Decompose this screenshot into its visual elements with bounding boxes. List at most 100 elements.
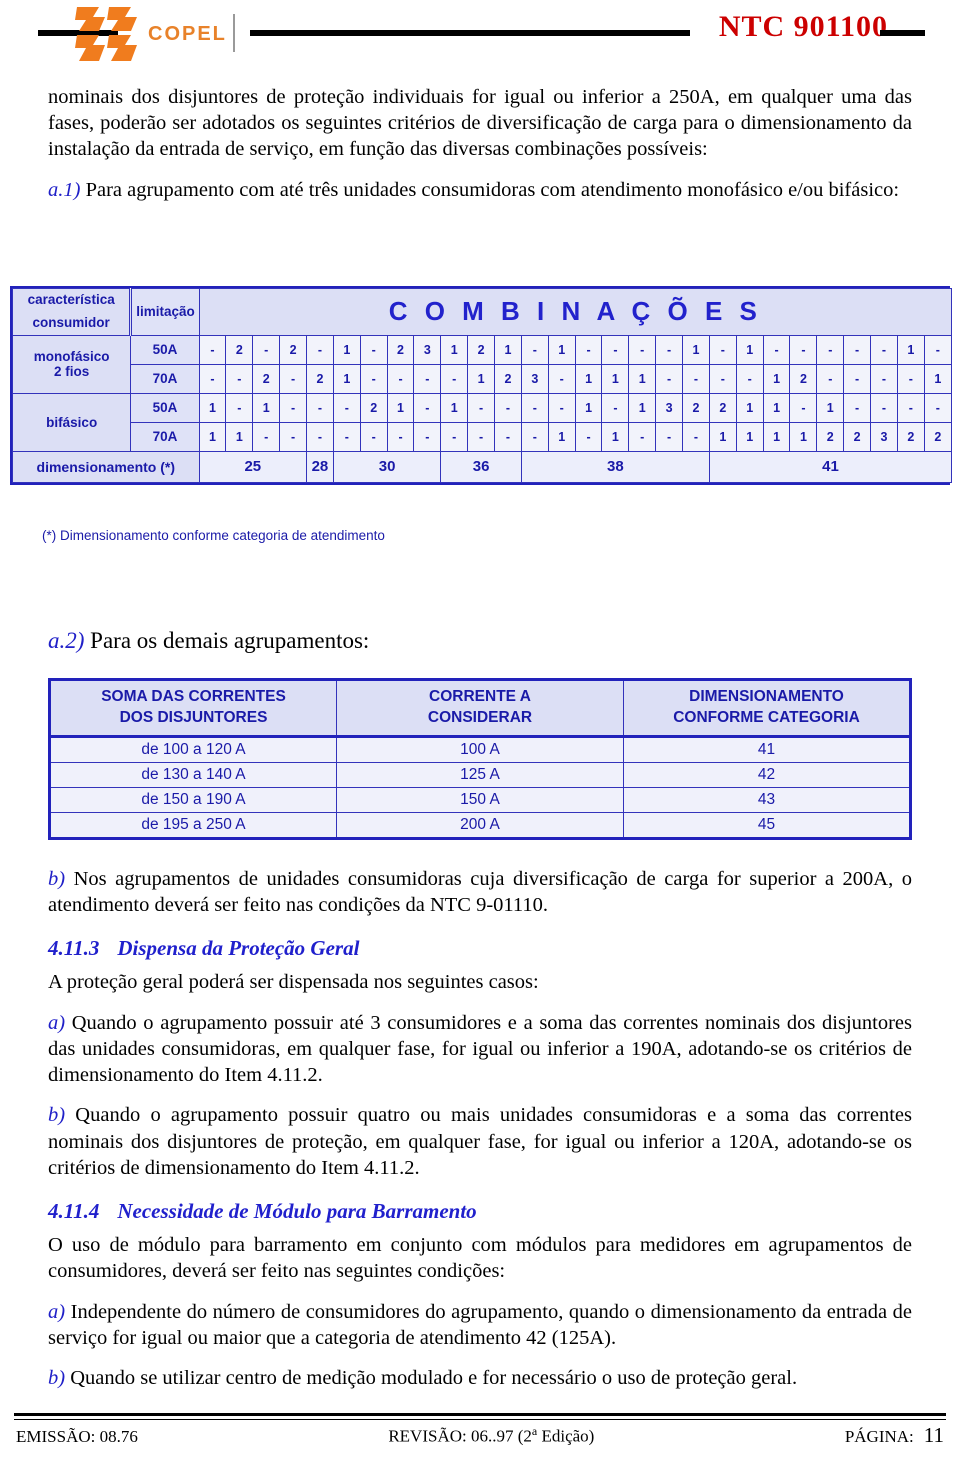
combination-cell: 1 bbox=[762, 421, 791, 452]
combination-cell: 2 bbox=[816, 421, 845, 452]
table-row: monofásico 2 fios 50A -2-2-1-2 3 1 2 1-1- - - -1-1… bbox=[11, 334, 953, 394]
combination-cell: 1 bbox=[601, 363, 630, 394]
combination-cell: - bbox=[870, 392, 898, 423]
combination-cell: - bbox=[762, 334, 791, 365]
combination-cell: 2 bbox=[923, 421, 953, 452]
item-a-4114-paragraph: a) Independente do número de consumidore… bbox=[48, 1299, 912, 1351]
combination-cell: 2 bbox=[306, 363, 334, 394]
combination-cell: 1 bbox=[708, 421, 737, 452]
combination-cell: - bbox=[547, 392, 576, 423]
item-b-4113-text: Quando o agrupamento possuir quatro ou m… bbox=[48, 1104, 912, 1179]
footer-emission: EMISSÃO: 08.76 bbox=[16, 1427, 138, 1446]
combination-cell: 1 bbox=[225, 421, 254, 452]
combination-cell: 2 bbox=[279, 334, 308, 365]
section-heading-4-11-3: 4.11.3 Dispensa da Proteção Geral bbox=[48, 936, 912, 961]
combination-cell: - bbox=[843, 334, 872, 365]
dimensionamento-value: 38 bbox=[520, 450, 710, 483]
intro-section: nominais dos disjuntores de proteção ind… bbox=[48, 84, 912, 217]
item-a1-marker: a.1) bbox=[48, 178, 81, 201]
combination-cell: - bbox=[628, 334, 657, 365]
row-limit-cell: 70A bbox=[130, 421, 200, 452]
table2-header-cell: SOMA DAS CORRENTES DOS DISJUNTORES bbox=[48, 678, 337, 738]
combination-cell: - bbox=[359, 363, 388, 394]
section-title-4-11-4: Necessidade de Módulo para Barramento bbox=[117, 1199, 477, 1224]
combination-cell: 3 bbox=[870, 421, 898, 452]
combination-cell: 2 bbox=[225, 334, 254, 365]
combination-cell: - bbox=[198, 334, 227, 365]
item-a-4114-marker: a) bbox=[48, 1300, 66, 1323]
combination-cell: - bbox=[306, 334, 334, 365]
section-number-4-11-3: 4.11.3 bbox=[48, 936, 100, 961]
item-b-4114-marker: b) bbox=[48, 1367, 66, 1390]
table2-header-cell: CORRENTE A CONSIDERAR bbox=[336, 678, 624, 738]
combination-cell: 2 bbox=[494, 363, 522, 394]
lower-content: b) Nos agrupamentos de unidades consumid… bbox=[48, 866, 912, 1405]
table2-header-cell: DIMENSIONAMENTO CONFORME CATEGORIA bbox=[623, 678, 912, 738]
combination-cell: - bbox=[843, 392, 872, 423]
combination-cell: 1 bbox=[923, 363, 953, 394]
table2-header-row: SOMA DAS CORRENTES DOS DISJUNTORES CORRENT… bbox=[48, 678, 912, 738]
combination-cell: 2 bbox=[252, 363, 281, 394]
section-number-4-11-4: 4.11.4 bbox=[48, 1199, 100, 1224]
combination-cell: - bbox=[735, 363, 764, 394]
combination-cell: 1 bbox=[547, 334, 576, 365]
combination-cell: - bbox=[601, 334, 630, 365]
table2-row: de 100 a 120 A 100 A 41 bbox=[48, 735, 912, 763]
combination-cell: - bbox=[413, 392, 442, 423]
dimensionamento-value: 30 bbox=[332, 450, 442, 483]
footer-row: EMISSÃO: 08.76 REVISÃO: 06..97 (2a Ediçã… bbox=[14, 1420, 946, 1452]
combination-cell: - bbox=[655, 363, 684, 394]
combination-cell: - bbox=[682, 363, 710, 394]
combination-cell: - bbox=[332, 421, 361, 452]
combinations-table: característica consumidor limitação C O M B… bbox=[11, 288, 953, 483]
table2-cell: 100 A bbox=[336, 735, 624, 763]
item-b-4114-paragraph: b) Quando se utilizar centro de medição … bbox=[48, 1365, 912, 1391]
header-rule-right bbox=[880, 30, 925, 36]
combination-cell: - bbox=[413, 363, 442, 394]
combination-cell: 1 bbox=[467, 363, 496, 394]
combination-cell: 1 bbox=[896, 334, 925, 365]
copel-logo-text: COPEL bbox=[148, 23, 227, 45]
combination-cell: - bbox=[279, 392, 308, 423]
header-cell-limitation: limitação bbox=[130, 288, 200, 336]
combination-cell: - bbox=[843, 363, 872, 394]
page-footer: EMISSÃO: 08.76 REVISÃO: 06..97 (2a Ediçã… bbox=[14, 1413, 946, 1452]
table-row: 70A 1 1- - - - - - - - - - -1-1- - -1 1 1 1 2 2 3 2 2 bbox=[13, 421, 953, 452]
footer-page-label: PÁGINA: bbox=[844, 1427, 914, 1446]
currents-table: SOMA DAS CORRENTES DOS DISJUNTORES CORRENT… bbox=[48, 678, 912, 840]
combination-cell: 1 bbox=[547, 421, 576, 452]
combination-cell: 2 bbox=[789, 363, 818, 394]
section-heading-4-11-4: 4.11.4 Necessidade de Módulo para Barrame… bbox=[48, 1199, 912, 1224]
combination-cell: 1 bbox=[789, 421, 818, 452]
combinations-table-wrapper: característica consumidor limitação C O M B… bbox=[10, 286, 953, 485]
combination-cell: 1 bbox=[332, 363, 361, 394]
table2-cell: de 130 a 140 A bbox=[48, 761, 337, 788]
combination-cell: - bbox=[225, 363, 254, 394]
combination-cell: 1 bbox=[440, 392, 469, 423]
combination-cell: - bbox=[413, 421, 442, 452]
table2-cell: de 195 a 250 A bbox=[48, 811, 337, 840]
intro-4-11-3: A proteção geral poderá ser dispensada n… bbox=[48, 971, 539, 994]
combination-cell: - bbox=[198, 363, 227, 394]
combination-cell: - bbox=[789, 334, 818, 365]
combination-cell: 1 bbox=[762, 363, 791, 394]
combination-cell: 1 bbox=[332, 334, 361, 365]
combination-cell: 1 bbox=[601, 421, 630, 452]
item-b-4113-paragraph: b) Quando o agrupamento possuir quatro o… bbox=[48, 1102, 912, 1181]
dimensionamento-value: 36 bbox=[440, 450, 522, 483]
item-a-4113-text: Quando o agrupamento possuir até 3 consu… bbox=[48, 1011, 912, 1087]
combination-cell: 1 bbox=[735, 334, 764, 365]
combination-cell: - bbox=[494, 392, 522, 423]
combination-cell: - bbox=[467, 392, 496, 423]
item-a2-marker: a.2) bbox=[48, 628, 85, 653]
dimensionamento-value: 28 bbox=[306, 450, 334, 483]
item-a1-text: Para agrupamento com até três unidades c… bbox=[80, 178, 900, 201]
combination-cell: 2 bbox=[386, 334, 415, 365]
combination-cell: 3 bbox=[413, 334, 442, 365]
combination-cell: - bbox=[279, 421, 308, 452]
combination-cell: - bbox=[870, 363, 898, 394]
item-a2-text: Para os demais agrupamentos: bbox=[84, 628, 370, 653]
header-rule-middle bbox=[250, 30, 690, 36]
combination-cell: - bbox=[386, 363, 415, 394]
combination-cell: 1 bbox=[682, 334, 710, 365]
